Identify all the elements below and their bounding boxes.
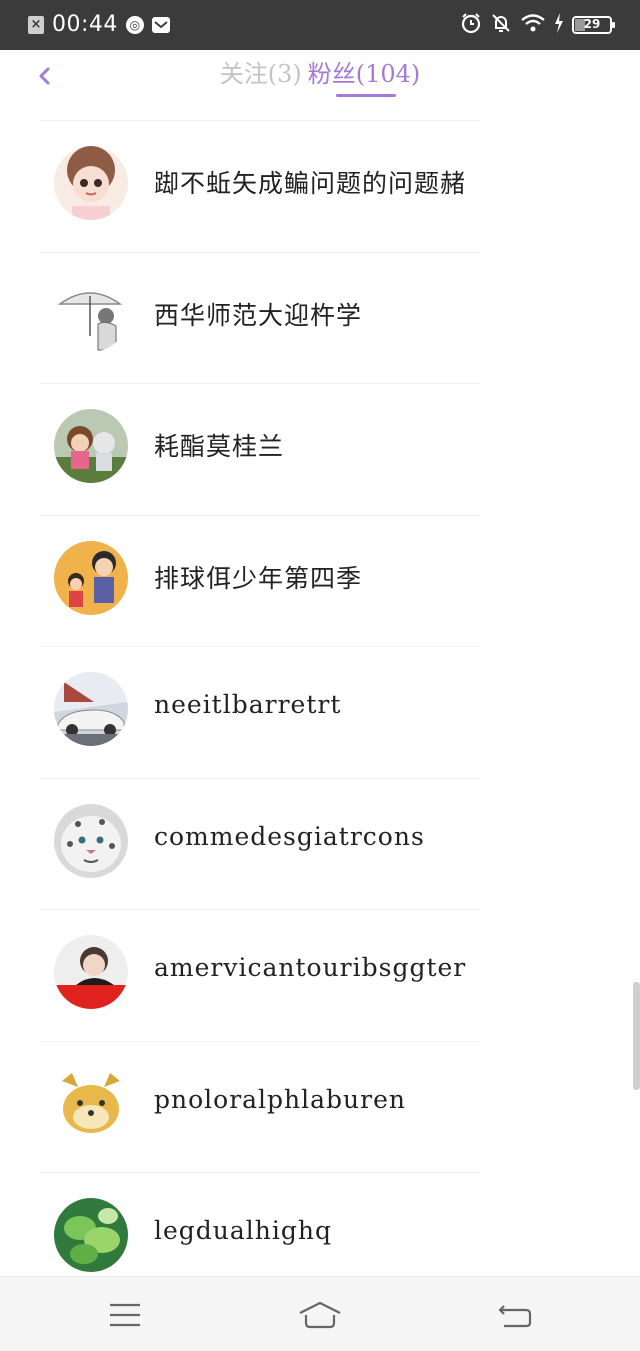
avatar[interactable]: [54, 277, 128, 352]
mail-icon: [151, 16, 170, 33]
status-bar-right: 29: [460, 12, 615, 38]
fan-name: neeitlbarretrt: [154, 690, 342, 719]
status-bar: × 00:44 ◎ 29: [0, 0, 640, 50]
status-time: 00:44: [52, 12, 118, 37]
list-item[interactable]: 踋不蚯矢成鳊问题的问题赭: [0, 120, 640, 252]
tab-bar: 关注(3) 粉丝(104): [0, 54, 640, 97]
tab-following-label: 关注: [219, 60, 268, 88]
divider: [40, 1172, 480, 1173]
avatar[interactable]: [54, 409, 128, 483]
battery-icon: 29: [572, 16, 615, 34]
list-item[interactable]: neeitlbarretrt: [0, 646, 640, 778]
notification-close-icon: ×: [28, 15, 44, 34]
divider: [40, 514, 480, 516]
charging-icon: [554, 13, 564, 37]
app-icon: ◎: [125, 15, 144, 34]
home-icon: [299, 1301, 341, 1329]
avatar[interactable]: [54, 146, 128, 220]
avatar[interactable]: [54, 1198, 128, 1272]
list-item[interactable]: 西华师范大迎杵学: [0, 251, 640, 384]
list-item[interactable]: commedesgiatrcons: [0, 777, 640, 910]
fan-name: amervicantouribsggter: [154, 953, 467, 982]
screen: × 00:44 ◎ 29 关注(3) 粉丝(104) 踋不蚯矢成鳊问题的问题赭 …: [0, 0, 640, 1351]
home-button[interactable]: [298, 1301, 342, 1329]
list-item[interactable]: amervicantouribsggter: [0, 909, 640, 1041]
header: 关注(3) 粉丝(104): [0, 50, 640, 120]
fan-name: 踋不蚯矢成鳊问题的问题赭: [154, 169, 467, 198]
avatar[interactable]: [54, 803, 128, 878]
divider: [40, 251, 480, 253]
tab-fans[interactable]: 粉丝(104): [307, 54, 421, 97]
back-icon: [498, 1305, 532, 1328]
divider: [40, 120, 480, 121]
fan-name: 西华师范大迎杵学: [154, 300, 363, 330]
divider: [40, 777, 480, 779]
fan-name: pnoloralphlaburen: [154, 1084, 407, 1114]
battery-level: 29: [583, 17, 601, 31]
avatar[interactable]: [54, 935, 128, 1009]
divider: [40, 646, 480, 647]
tab-following-count: (3): [267, 60, 302, 88]
menu-icon: [110, 1303, 140, 1327]
menu-button[interactable]: [105, 1301, 145, 1329]
wifi-icon: [520, 12, 546, 38]
fan-name: 耗酯莫桂兰: [154, 432, 285, 461]
tab-fans-label: 粉丝: [307, 60, 356, 88]
avatar[interactable]: [54, 1066, 128, 1141]
back-nav-button[interactable]: [496, 1301, 536, 1329]
avatar[interactable]: [54, 672, 128, 746]
status-bar-left: × 00:44 ◎: [28, 12, 170, 37]
avatar[interactable]: [54, 540, 128, 615]
fan-list: 踋不蚯矢成鳊问题的问题赭 西华师范大迎杵学 耗酯莫桂兰 排球佴少年第四季 nee…: [0, 120, 640, 1304]
tab-following[interactable]: 关注(3): [220, 54, 302, 89]
scrollbar[interactable]: [633, 982, 640, 1090]
divider: [40, 909, 480, 910]
fan-name: commedesgiatrcons: [154, 821, 425, 851]
navigation-bar: [0, 1276, 640, 1351]
fan-name: legdualhighq: [154, 1216, 333, 1245]
mute-bell-icon: [490, 12, 512, 38]
divider: [40, 383, 480, 384]
list-item[interactable]: pnoloralphlaburen: [0, 1040, 640, 1173]
list-item[interactable]: 耗酯莫桂兰: [0, 383, 640, 515]
tab-fans-count: (104): [355, 60, 421, 88]
fan-name: 排球佴少年第四季: [154, 563, 363, 593]
list-item[interactable]: 排球佴少年第四季: [0, 514, 640, 647]
alarm-icon: [460, 12, 482, 38]
divider: [40, 1040, 480, 1042]
